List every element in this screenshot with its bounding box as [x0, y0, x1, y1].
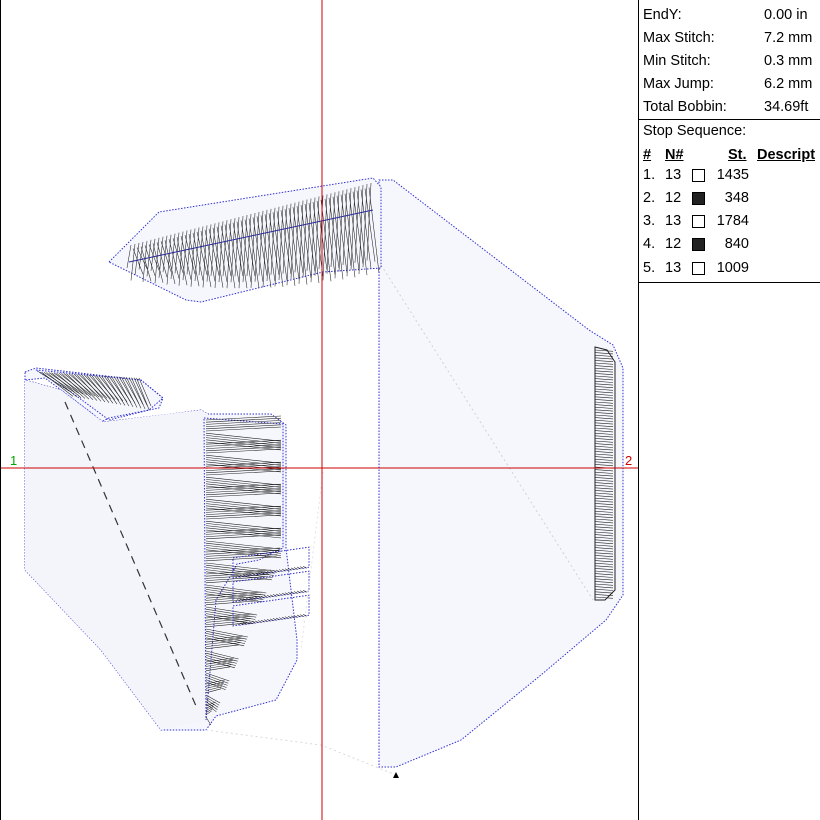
axis-label-left: 1: [10, 453, 18, 468]
row-stitches: 348: [724, 190, 749, 206]
stop-sequence-row[interactable]: 3. 13 1784: [639, 210, 820, 233]
mid-travel-line: [300, 471, 324, 651]
stat-value: 0.00 in: [764, 7, 808, 23]
stop-sequence-row[interactable]: 1. 13 1435: [639, 164, 820, 187]
row-needle: 13: [665, 213, 682, 229]
stats-panel: EndY: 0.00 in Max Stitch: 7.2 mm Min Stitc…: [638, 0, 820, 820]
stat-row-min-stitch: Min Stitch: 0.3 mm: [643, 50, 812, 73]
design-canvas[interactable]: 1 2: [0, 0, 639, 820]
stop-sequence-row[interactable]: 4. 12 840: [639, 233, 820, 256]
color-swatch: [692, 215, 705, 228]
row-index: 3.: [643, 213, 656, 229]
stat-row-max-jump: Max Jump: 6.2 mm: [643, 73, 812, 96]
col-header-stitches[interactable]: St.: [728, 144, 747, 166]
stat-value: 0.3 mm: [764, 53, 813, 69]
axis-label-right: 2: [625, 453, 633, 468]
stat-label: EndY:: [643, 7, 682, 23]
top-shape-outline: [108, 177, 382, 303]
row-index: 5.: [643, 260, 656, 276]
color-swatch: [692, 262, 705, 275]
stat-value: 7.2 mm: [764, 30, 813, 46]
divider: [639, 282, 820, 283]
stat-row-end-y: EndY: 0.00 in: [643, 4, 808, 27]
col-header-num[interactable]: #: [643, 144, 651, 166]
stat-label: Total Bobbin:: [643, 99, 727, 115]
row-needle: 12: [665, 236, 682, 252]
stat-label: Max Jump:: [643, 76, 714, 92]
stop-sequence-title: Stop Sequence:: [643, 123, 747, 139]
row-index: 2.: [643, 190, 656, 206]
row-stitches: 840: [724, 236, 749, 252]
row-stitches: 1435: [716, 167, 749, 183]
right-shape-outline: [378, 179, 624, 768]
stop-sequence-row[interactable]: 2. 12 348: [639, 187, 820, 210]
embroidery-preview: [1, 0, 639, 820]
row-index: 1.: [643, 167, 656, 183]
col-header-description[interactable]: Descript: [757, 144, 815, 166]
stat-label: Max Stitch:: [643, 30, 715, 46]
left-shape-fill: [25, 380, 208, 730]
bottom-travel-line: [205, 729, 397, 776]
row-stitches: 1784: [716, 213, 749, 229]
stat-row-max-stitch: Max Stitch: 7.2 mm: [643, 27, 812, 50]
color-swatch: [692, 192, 705, 205]
col-header-needle[interactable]: N#: [665, 144, 684, 166]
row-needle: 13: [665, 167, 682, 183]
stop-sequence-row[interactable]: 5. 13 1009: [639, 257, 820, 280]
color-swatch: [692, 238, 705, 251]
row-index: 4.: [643, 236, 656, 252]
row-stitches: 1009: [716, 260, 749, 276]
stat-value: 6.2 mm: [764, 76, 813, 92]
stat-value: 34.69ft: [764, 99, 809, 115]
row-needle: 13: [665, 260, 682, 276]
stat-label: Min Stitch:: [643, 53, 711, 69]
row-needle: 12: [665, 190, 682, 206]
end-marker: [393, 772, 399, 778]
stat-row-total-bobbin: Total Bobbin: 34.69ft: [643, 96, 808, 119]
color-swatch: [692, 169, 705, 182]
